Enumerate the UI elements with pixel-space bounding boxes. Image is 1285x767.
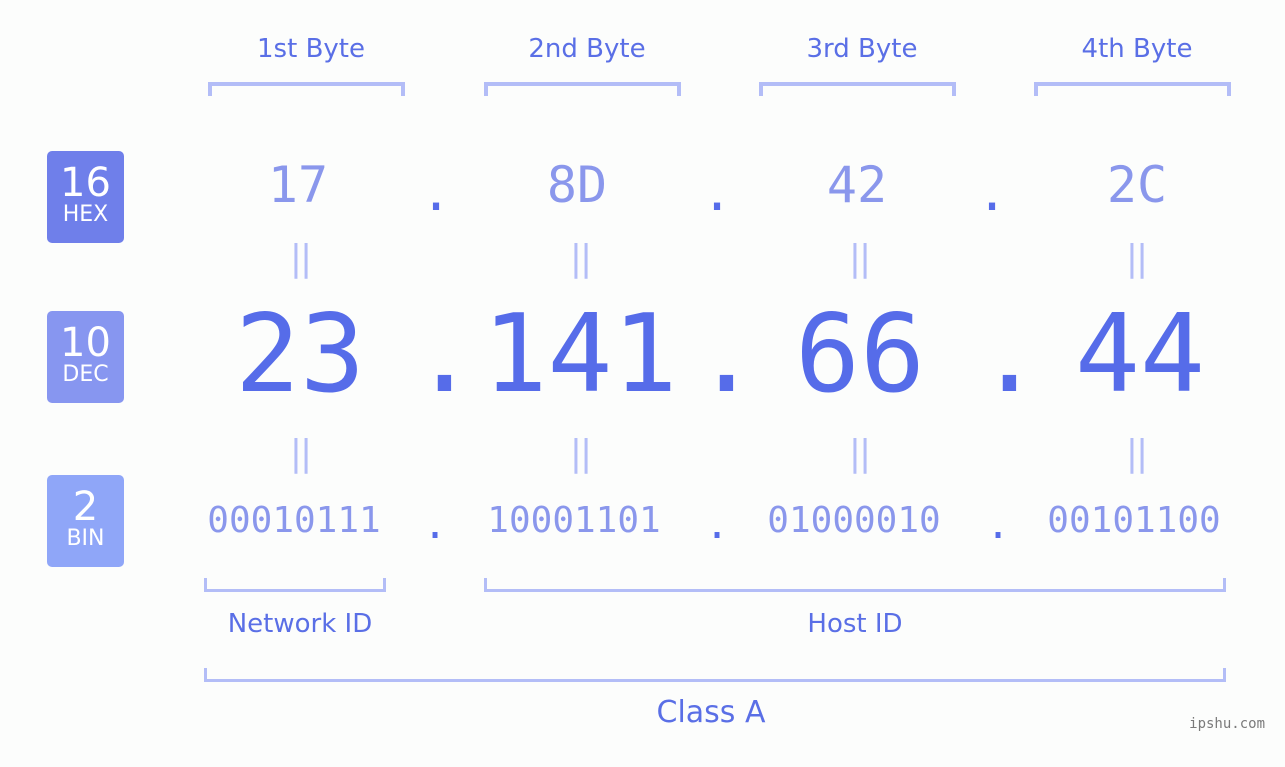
dec-byte-3: 66 [794,292,926,417]
hex-byte-2: 8D [546,156,608,214]
hex-separator-3: . [976,164,1008,222]
byte-bracket-3 [759,82,956,96]
hex-separator-1: . [420,164,452,222]
hex-badge: 16 HEX [47,151,124,243]
network-id-bracket [204,578,386,592]
equals-hex-dec-1: || [289,238,312,279]
byte-bracket-4 [1034,82,1231,96]
bin-separator-2: . [704,502,730,548]
dec-separator-1: . [412,292,478,417]
hex-byte-1: 17 [267,156,329,214]
hex-label: HEX [62,202,109,227]
byte-label-2: 2nd Byte [528,34,646,64]
dec-separator-2: . [694,292,760,417]
network-id-label: Network ID [227,609,373,639]
bin-separator-3: . [985,502,1011,548]
hex-byte-4: 2C [1106,156,1168,214]
equals-dec-bin-2: || [569,433,592,474]
equals-hex-dec-3: || [848,238,871,279]
byte-label-1: 1st Byte [257,34,365,64]
dec-separator-3: . [977,292,1043,417]
class-label: Class A [656,695,766,730]
hex-base: 16 [60,160,111,206]
equals-dec-bin-1: || [289,433,312,474]
equals-dec-bin-4: || [1125,433,1148,474]
hex-byte-3: 42 [826,156,888,214]
dec-badge: 10 DEC [47,311,124,403]
bin-label: BIN [66,526,105,551]
bin-byte-4: 00101100 [1047,500,1221,541]
byte-label-4: 4th Byte [1081,34,1193,64]
byte-bracket-1 [208,82,405,96]
dec-byte-4: 44 [1074,292,1206,417]
bin-base: 2 [72,484,99,530]
dec-base: 10 [60,320,111,366]
bin-byte-2: 10001101 [487,500,661,541]
hex-separator-2: . [701,164,733,222]
byte-label-3: 3rd Byte [806,34,918,64]
dec-label: DEC [62,362,109,387]
watermark: ipshu.com [1189,716,1265,732]
host-id-label: Host ID [807,609,903,639]
equals-hex-dec-4: || [1125,238,1148,279]
dec-byte-1: 23 [234,292,366,417]
bin-byte-1: 00010111 [207,500,381,541]
bin-badge: 2 BIN [47,475,124,567]
host-id-bracket [484,578,1226,592]
byte-bracket-2 [484,82,681,96]
equals-dec-bin-3: || [848,433,871,474]
class-bracket [204,668,1226,682]
dec-byte-2: 141 [482,292,678,417]
equals-hex-dec-2: || [569,238,592,279]
bin-byte-3: 01000010 [767,500,941,541]
bin-separator-1: . [422,502,448,548]
